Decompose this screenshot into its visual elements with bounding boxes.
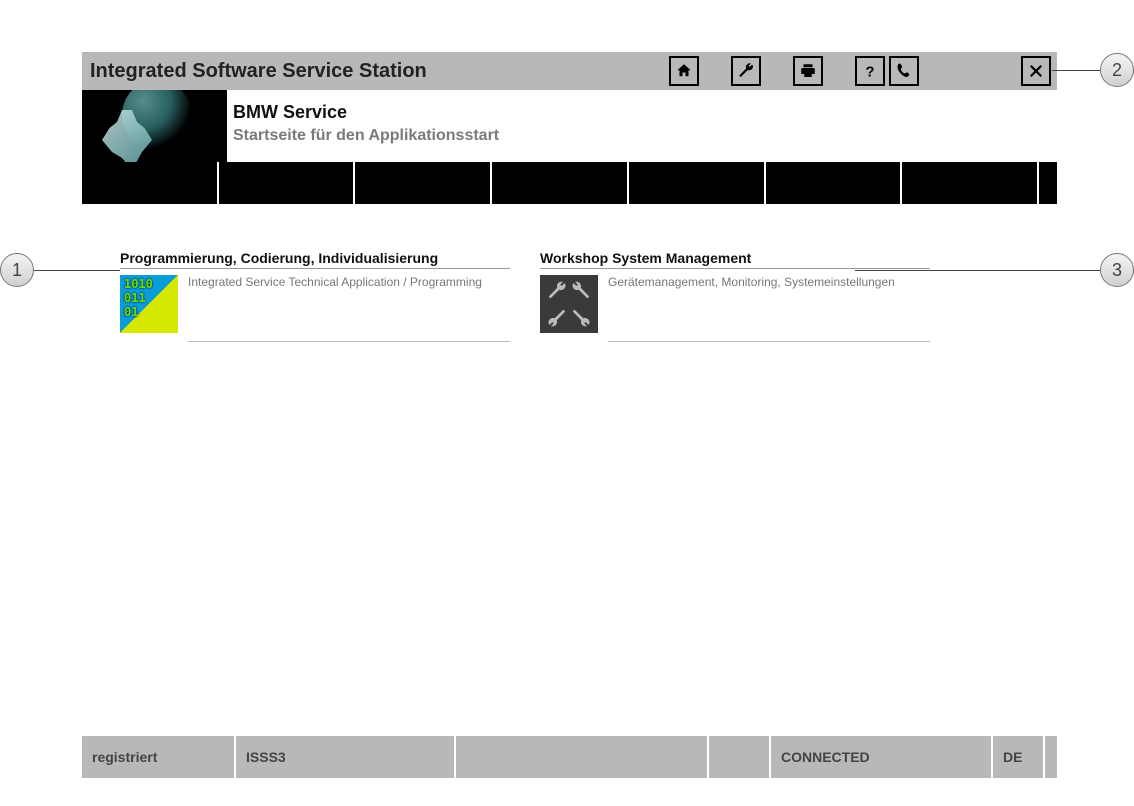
status-lang: DE <box>993 736 1043 778</box>
status-station: ISSS3 <box>236 736 454 778</box>
tile-title: Programmierung, Codierung, Individualisi… <box>120 250 510 269</box>
printer-icon <box>799 62 817 80</box>
print-button[interactable] <box>793 56 823 86</box>
status-bar: registriert ISSS3 CONNECTED DE <box>82 736 1057 778</box>
callout-circle: 3 <box>1100 253 1134 287</box>
tab-cell[interactable] <box>902 162 1037 204</box>
callout-2: 2 <box>1052 53 1134 87</box>
service-title: BMW Service <box>233 102 499 123</box>
callout-line <box>855 270 1100 271</box>
app-window: Integrated Software Service Station ? <box>82 52 1057 342</box>
wrench-icon <box>737 62 755 80</box>
sub-header: BMW Service Startseite für den Applikati… <box>82 90 1057 162</box>
tile-desc: Integrated Service Technical Application… <box>188 275 510 291</box>
status-registration: registriert <box>82 736 234 778</box>
app-title: Integrated Software Service Station <box>90 60 669 83</box>
status-empty <box>1045 736 1057 778</box>
divider <box>188 341 510 342</box>
close-icon <box>1027 62 1045 80</box>
tab-row <box>82 162 1057 204</box>
status-empty <box>709 736 769 778</box>
tab-cell[interactable] <box>355 162 490 204</box>
brand-logo <box>82 90 227 162</box>
tools-button[interactable] <box>731 56 761 86</box>
status-connection: CONNECTED <box>771 736 991 778</box>
svg-text:?: ? <box>865 63 874 80</box>
tab-cell[interactable] <box>492 162 627 204</box>
service-subtitle: Startseite für den Applikationsstart <box>233 127 499 145</box>
help-icon: ? <box>861 62 879 80</box>
tab-cell[interactable] <box>766 162 901 204</box>
home-button[interactable] <box>669 56 699 86</box>
tab-cell <box>1039 162 1057 204</box>
status-empty <box>456 736 707 778</box>
callout-circle: 1 <box>0 253 34 287</box>
callout-line <box>34 270 120 271</box>
phone-button[interactable] <box>889 56 919 86</box>
title-bar: Integrated Software Service Station ? <box>82 52 1057 90</box>
tile-programming[interactable]: Programmierung, Codierung, Individualisi… <box>120 250 510 342</box>
tab-cell[interactable] <box>82 162 217 204</box>
tab-cell[interactable] <box>219 162 354 204</box>
phone-icon <box>895 62 913 80</box>
callout-circle: 2 <box>1100 53 1134 87</box>
callout-line <box>1052 70 1100 71</box>
toolbar: ? <box>669 56 1051 86</box>
close-button[interactable] <box>1021 56 1051 86</box>
tools-grid-icon <box>540 275 598 333</box>
help-button[interactable]: ? <box>855 56 885 86</box>
callout-1: 1 <box>0 253 120 287</box>
home-icon <box>675 62 693 80</box>
tab-cell[interactable] <box>629 162 764 204</box>
binary-code-icon <box>120 275 178 333</box>
callout-3: 3 <box>855 253 1134 287</box>
divider <box>608 341 930 342</box>
